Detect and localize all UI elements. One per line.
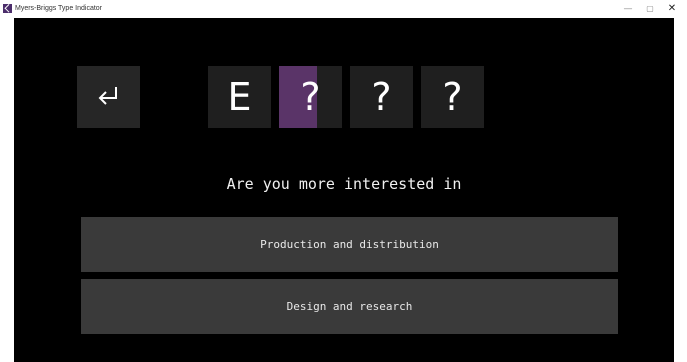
type-letter: ? (442, 75, 463, 119)
title-bar: Myers-Briggs Type Indicator — ▢ ✕ (0, 0, 687, 18)
minimize-button[interactable]: — (620, 2, 636, 16)
type-letter: ? (300, 75, 321, 119)
type-letter-tf: ? (350, 66, 413, 128)
main-content: E ? ? ? Are you more interested in Produ… (14, 18, 674, 362)
question-text: Are you more interested in (226, 175, 462, 193)
return-arrow-icon (98, 87, 117, 105)
type-letter-sn: ? (279, 66, 342, 128)
window-title: Myers-Briggs Type Indicator (15, 5, 103, 12)
app-window: Myers-Briggs Type Indicator — ▢ ✕ E ? ? … (0, 0, 687, 362)
answer-button-design[interactable]: Design and research (81, 279, 618, 334)
type-letter: E (227, 75, 252, 119)
app-icon (3, 4, 12, 13)
maximize-button[interactable]: ▢ (642, 2, 658, 16)
type-letter: ? (371, 75, 392, 119)
back-button[interactable] (77, 66, 140, 128)
close-button[interactable]: ✕ (664, 2, 680, 16)
type-letter-ei: E (208, 66, 271, 128)
answer-button-production[interactable]: Production and distribution (81, 217, 618, 272)
type-letter-jp: ? (421, 66, 484, 128)
